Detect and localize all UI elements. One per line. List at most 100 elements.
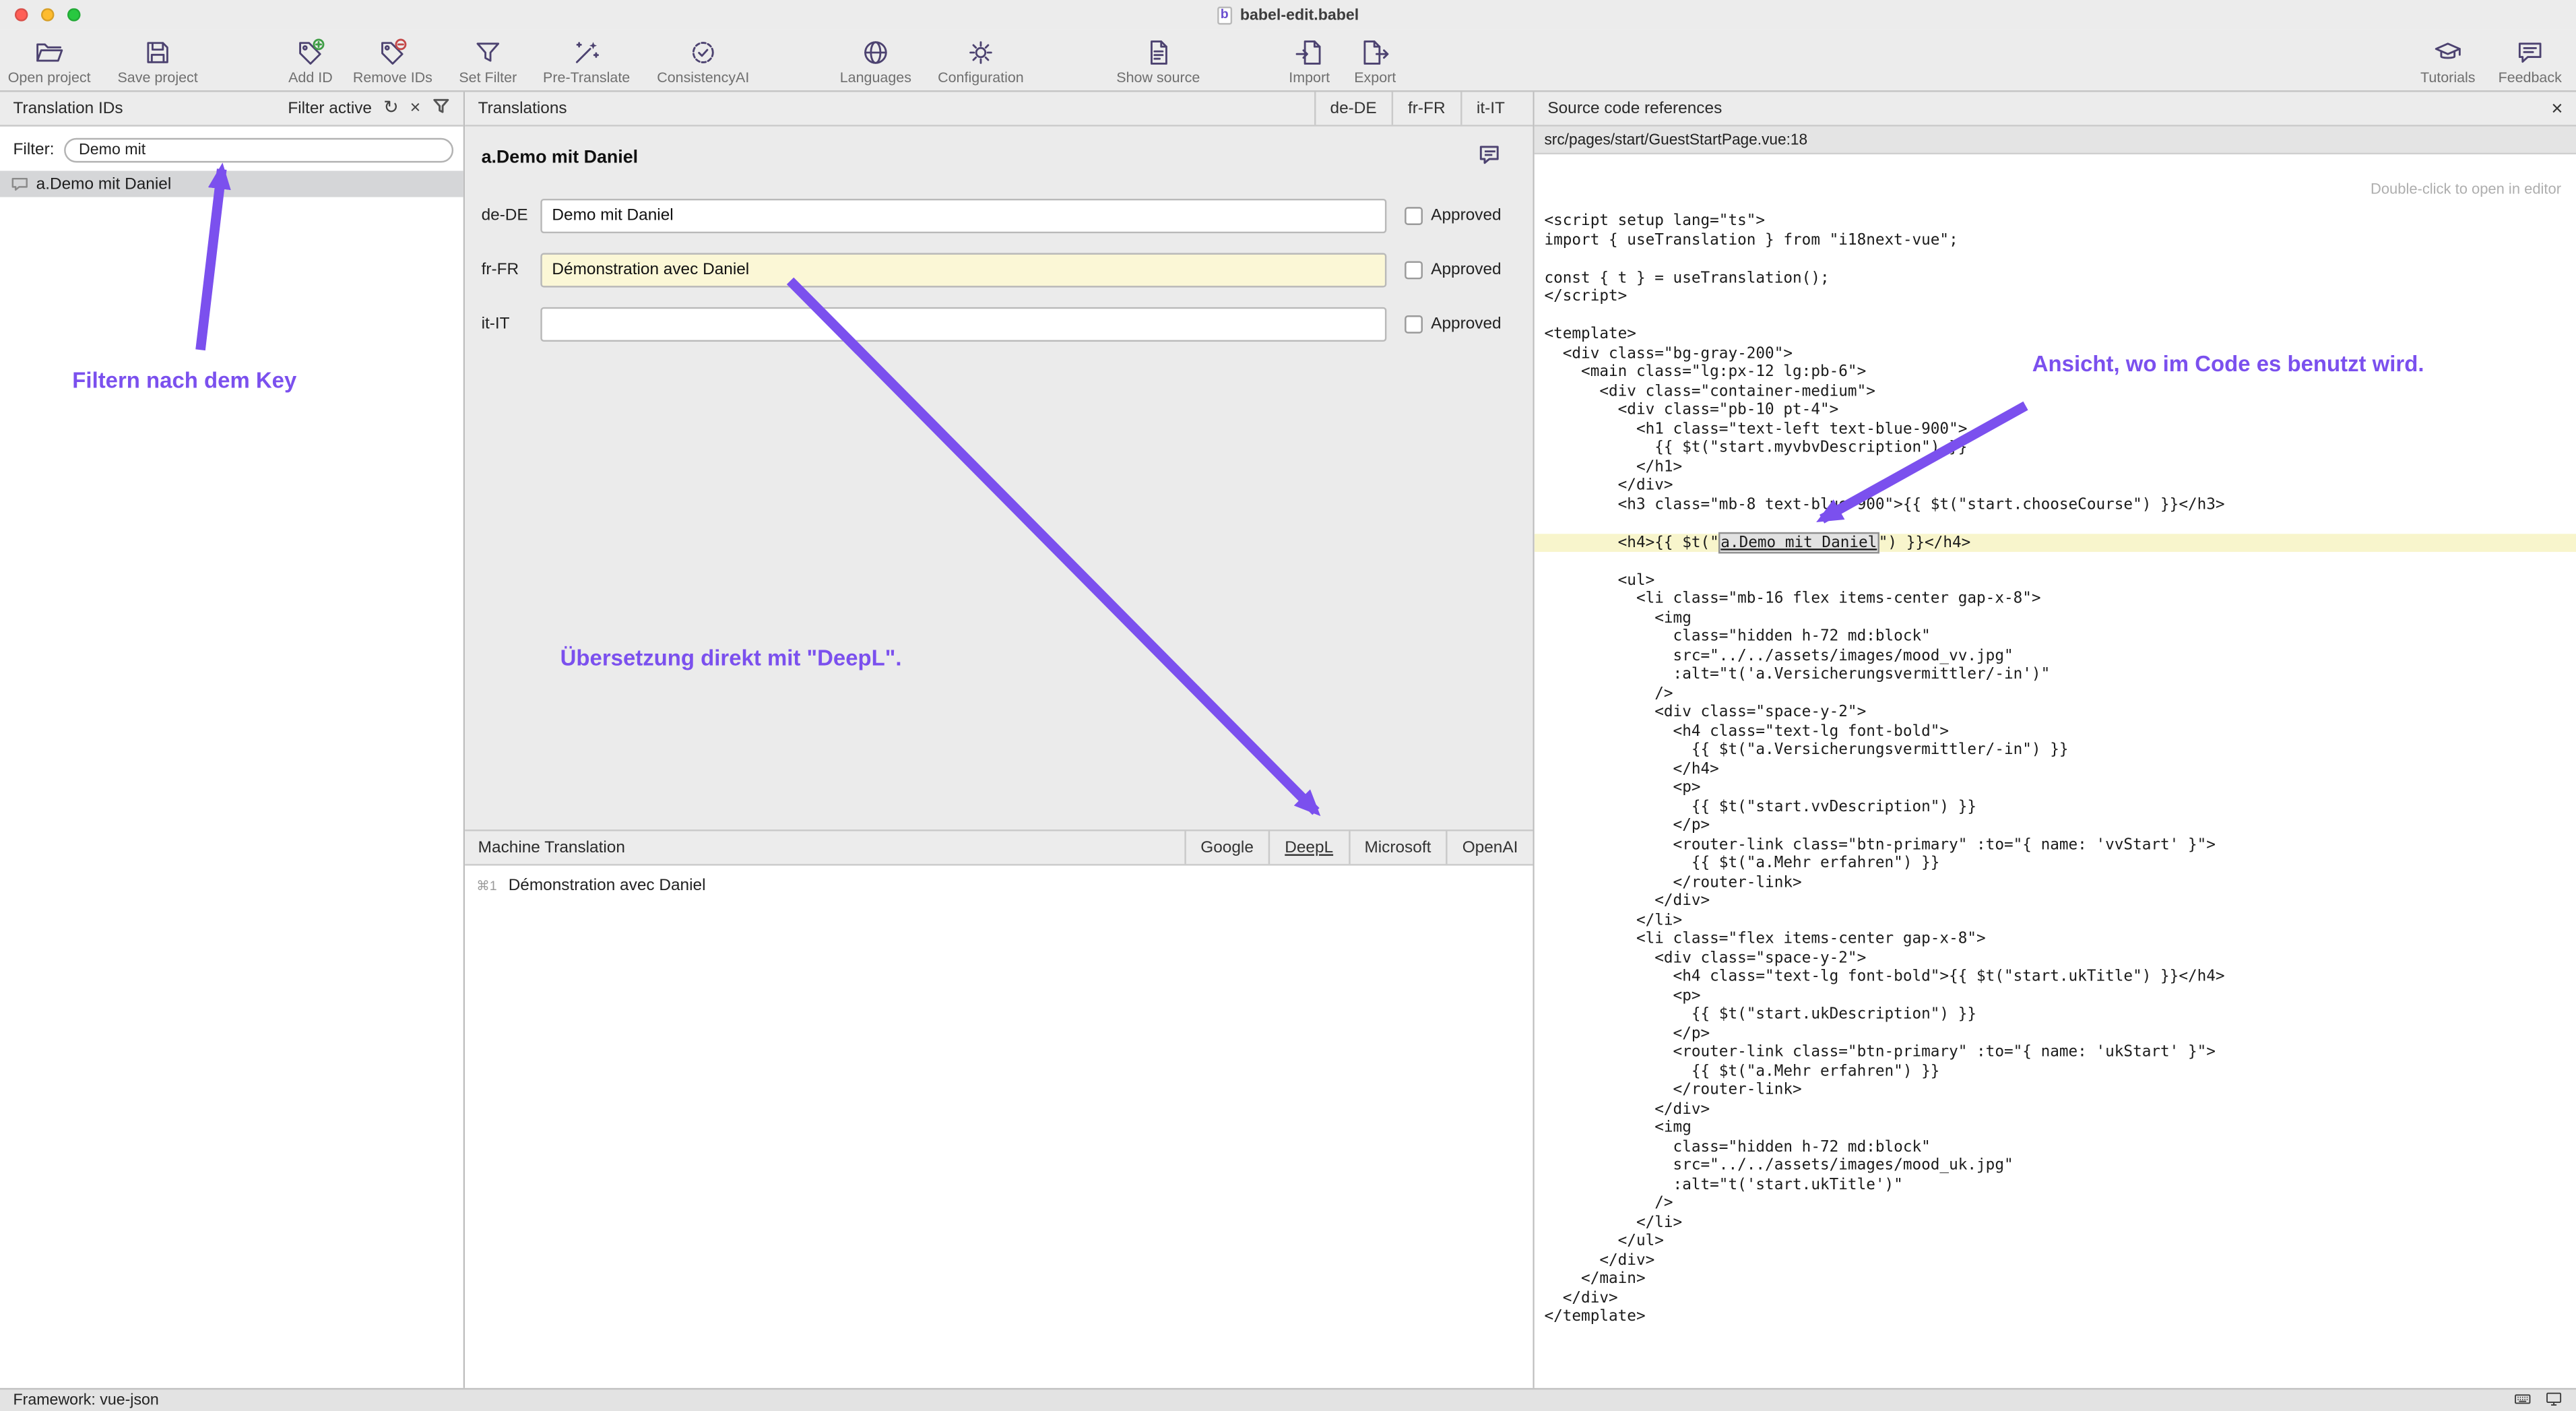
code-line[interactable]: :alt="t('a.Versicherungsvermittler/-in')… — [1535, 665, 2576, 684]
code-line[interactable]: <h4 class="text-lg font-bold">{{ $t("sta… — [1535, 968, 2576, 986]
code-line[interactable]: </p> — [1535, 817, 2576, 836]
provider-openai[interactable]: OpenAI — [1446, 831, 1533, 864]
code-line[interactable]: {{ $t("start.ukDescription") }} — [1535, 1005, 2576, 1024]
code-line[interactable]: <p> — [1535, 778, 2576, 797]
code-line[interactable]: <router-link class="btn-primary" :to="{ … — [1535, 836, 2576, 854]
approved-checkbox-de-DE[interactable] — [1405, 207, 1423, 225]
code-line[interactable]: <p> — [1535, 986, 2576, 1005]
source-code: <script setup lang="ts">import { useTran… — [1535, 212, 2576, 1326]
code-line[interactable]: </li> — [1535, 911, 2576, 930]
code-line[interactable]: <h1 class="text-left text-blue-900"> — [1535, 420, 2576, 439]
translation-id-list-item[interactable]: a.Demo mit Daniel — [0, 171, 463, 197]
display-icon[interactable] — [2545, 1389, 2563, 1411]
code-line[interactable] — [1535, 514, 2576, 533]
code-line[interactable]: <template> — [1535, 325, 2576, 344]
code-line[interactable]: <script setup lang="ts"> — [1535, 212, 2576, 230]
language-tab-de-DE[interactable]: de-DE — [1314, 92, 1391, 125]
code-line[interactable]: class="hidden h-72 md:block" — [1535, 627, 2576, 646]
language-tab-fr-FR[interactable]: fr-FR — [1392, 92, 1460, 125]
code-line[interactable]: </p> — [1535, 1024, 2576, 1043]
code-line[interactable]: <h3 class="mb-8 text-blue-900">{{ $t("st… — [1535, 495, 2576, 514]
window-title: babel-edit.babel — [1240, 6, 1359, 24]
code-line[interactable]: /> — [1535, 1194, 2576, 1213]
code-line[interactable] — [1535, 552, 2576, 571]
code-line[interactable]: </router-link> — [1535, 1081, 2576, 1100]
feedback-icon — [2515, 36, 2545, 67]
keyboard-icon[interactable] — [2513, 1389, 2532, 1411]
toolbar-export[interactable]: Export — [1318, 36, 1433, 86]
code-line[interactable]: </ul> — [1535, 1232, 2576, 1251]
code-line[interactable]: </script> — [1535, 288, 2576, 307]
code-line[interactable]: /> — [1535, 684, 2576, 703]
code-line[interactable]: </div> — [1535, 1288, 2576, 1307]
code-line[interactable]: {{ $t("a.Mehr erfahren") }} — [1535, 854, 2576, 873]
filter-input[interactable] — [64, 138, 453, 163]
toolbar-consistencyai[interactable]: ConsistencyAI — [645, 36, 761, 86]
code-line[interactable]: </li> — [1535, 1213, 2576, 1232]
clear-filter-icon[interactable]: × — [410, 99, 421, 117]
close-panel-icon[interactable]: × — [2551, 98, 2563, 118]
provider-microsoft[interactable]: Microsoft — [1348, 831, 1446, 864]
toolbar-label: Open project — [8, 69, 91, 85]
filter-funnel-icon[interactable] — [432, 97, 450, 120]
code-line[interactable]: </main> — [1535, 1269, 2576, 1288]
language-tab-it-IT[interactable]: it-IT — [1460, 92, 1520, 125]
code-line[interactable]: :alt="t('start.ukTitle')" — [1535, 1175, 2576, 1194]
provider-google[interactable]: Google — [1184, 831, 1268, 864]
code-line[interactable]: <div class="space-y-2"> — [1535, 703, 2576, 722]
toolbar-configuration[interactable]: Configuration — [924, 36, 1039, 86]
code-line[interactable]: <img — [1535, 1119, 2576, 1137]
approved-checkbox-fr-FR[interactable] — [1405, 261, 1423, 280]
code-line-highlighted[interactable]: <h4>{{ $t("a.Demo mit Daniel") }}</h4> — [1535, 533, 2576, 552]
code-line[interactable]: </div> — [1535, 1100, 2576, 1119]
toolbar-pre-translate[interactable]: Pre-Translate — [529, 36, 644, 86]
machine-translation-suggestion[interactable]: ⌘1 Démonstration avec Daniel — [465, 866, 1533, 896]
code-line[interactable]: class="hidden h-72 md:block" — [1535, 1137, 2576, 1156]
source-file-reference[interactable]: src/pages/start/GuestStartPage.vue:18 — [1535, 127, 2576, 154]
code-line[interactable]: <h4 class="text-lg font-bold"> — [1535, 722, 2576, 741]
code-line[interactable]: <div class="space-y-2"> — [1535, 949, 2576, 968]
code-line[interactable]: {{ $t("start.vvDescription") }} — [1535, 798, 2576, 817]
code-line[interactable]: src="../../assets/images/mood_vv.jpg" — [1535, 646, 2576, 665]
code-line[interactable]: <div class="container-medium"> — [1535, 382, 2576, 401]
code-line[interactable]: </h1> — [1535, 458, 2576, 476]
toolbar-open-project[interactable]: Open project — [0, 36, 107, 86]
code-line[interactable]: {{ $t("start.myvbvDescription") }} — [1535, 439, 2576, 458]
code-line[interactable] — [1535, 250, 2576, 269]
code-line[interactable]: <img — [1535, 608, 2576, 627]
toolbar-show-source[interactable]: Show source — [1101, 36, 1216, 86]
code-line[interactable]: src="../../assets/images/mood_uk.jpg" — [1535, 1156, 2576, 1175]
toolbar-feedback[interactable]: Feedback — [2472, 36, 2576, 86]
translation-input-fr-FR[interactable] — [540, 253, 1386, 287]
code-line[interactable] — [1535, 307, 2576, 325]
code-line[interactable]: </div> — [1535, 1251, 2576, 1269]
code-line[interactable]: </router-link> — [1535, 873, 2576, 892]
lang-label: de-DE — [482, 207, 541, 225]
approved-checkbox-it-IT[interactable] — [1405, 315, 1423, 334]
code-line[interactable]: import { useTranslation } from "i18next-… — [1535, 230, 2576, 249]
highlighted-translation-key[interactable]: a.Demo mit Daniel — [1719, 532, 1879, 553]
provider-deepl[interactable]: DeepL — [1268, 831, 1348, 864]
code-line[interactable]: {{ $t("a.Versicherungsvermittler/-in") }… — [1535, 741, 2576, 759]
toolbar-save-project[interactable]: Save project — [100, 36, 216, 86]
code-line[interactable]: <li class="flex items-center gap-x-8"> — [1535, 930, 2576, 949]
code-line[interactable]: </template> — [1535, 1307, 2576, 1326]
toolbar-label: Tutorials — [2420, 69, 2475, 85]
code-line[interactable]: const { t } = useTranslation(); — [1535, 269, 2576, 288]
code-line[interactable]: {{ $t("a.Mehr erfahren") }} — [1535, 1062, 2576, 1081]
code-line[interactable]: <router-link class="btn-primary" :to="{ … — [1535, 1043, 2576, 1062]
code-line[interactable]: <div class="pb-10 pt-4"> — [1535, 401, 2576, 420]
translation-input-de-DE[interactable] — [540, 199, 1386, 233]
toolbar-set-filter[interactable]: Set Filter — [430, 36, 546, 86]
code-line[interactable]: <li class="mb-16 flex items-center gap-x… — [1535, 590, 2576, 608]
code-line[interactable]: <ul> — [1535, 571, 2576, 590]
code-line[interactable]: </div> — [1535, 476, 2576, 495]
toolbar-languages[interactable]: Languages — [818, 36, 934, 86]
entry-comment-icon[interactable] — [1479, 145, 1500, 175]
code-line[interactable]: </h4> — [1535, 759, 2576, 778]
refresh-icon[interactable]: ↻ — [383, 99, 398, 117]
translation-input-it-IT[interactable] — [540, 307, 1386, 342]
code-line[interactable]: </div> — [1535, 892, 2576, 911]
toolbar: Open projectSave projectAdd IDRemove IDs… — [0, 30, 2576, 92]
lang-label: fr-FR — [482, 261, 541, 280]
